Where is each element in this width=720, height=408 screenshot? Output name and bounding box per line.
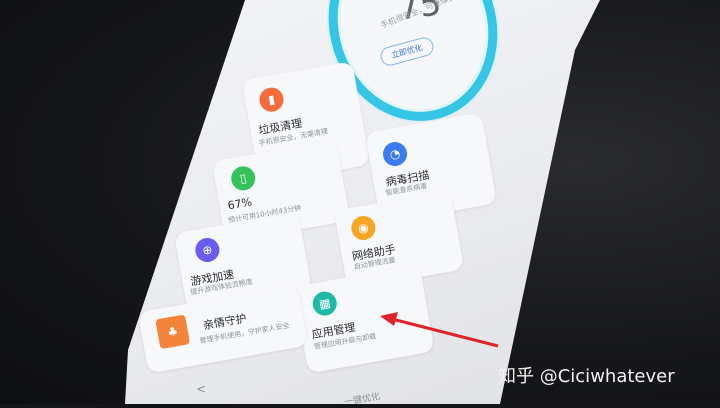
red-arrow-annotation <box>380 312 499 348</box>
network-icon: ◉ <box>349 214 378 242</box>
back-button[interactable]: < <box>196 382 206 396</box>
battery-icon: ▯ <box>229 164 258 193</box>
watermark: 知乎 @Ciciwhatever <box>498 366 675 387</box>
gamepad-icon: ⊕ <box>193 236 222 264</box>
apps-grid-icon: ▦ <box>310 289 339 318</box>
shield-scan-icon: ◔ <box>381 140 409 168</box>
family-icon: ♣ <box>155 314 191 350</box>
trash-icon: ▮ <box>257 85 286 114</box>
battery-percent: 67% <box>226 195 254 213</box>
